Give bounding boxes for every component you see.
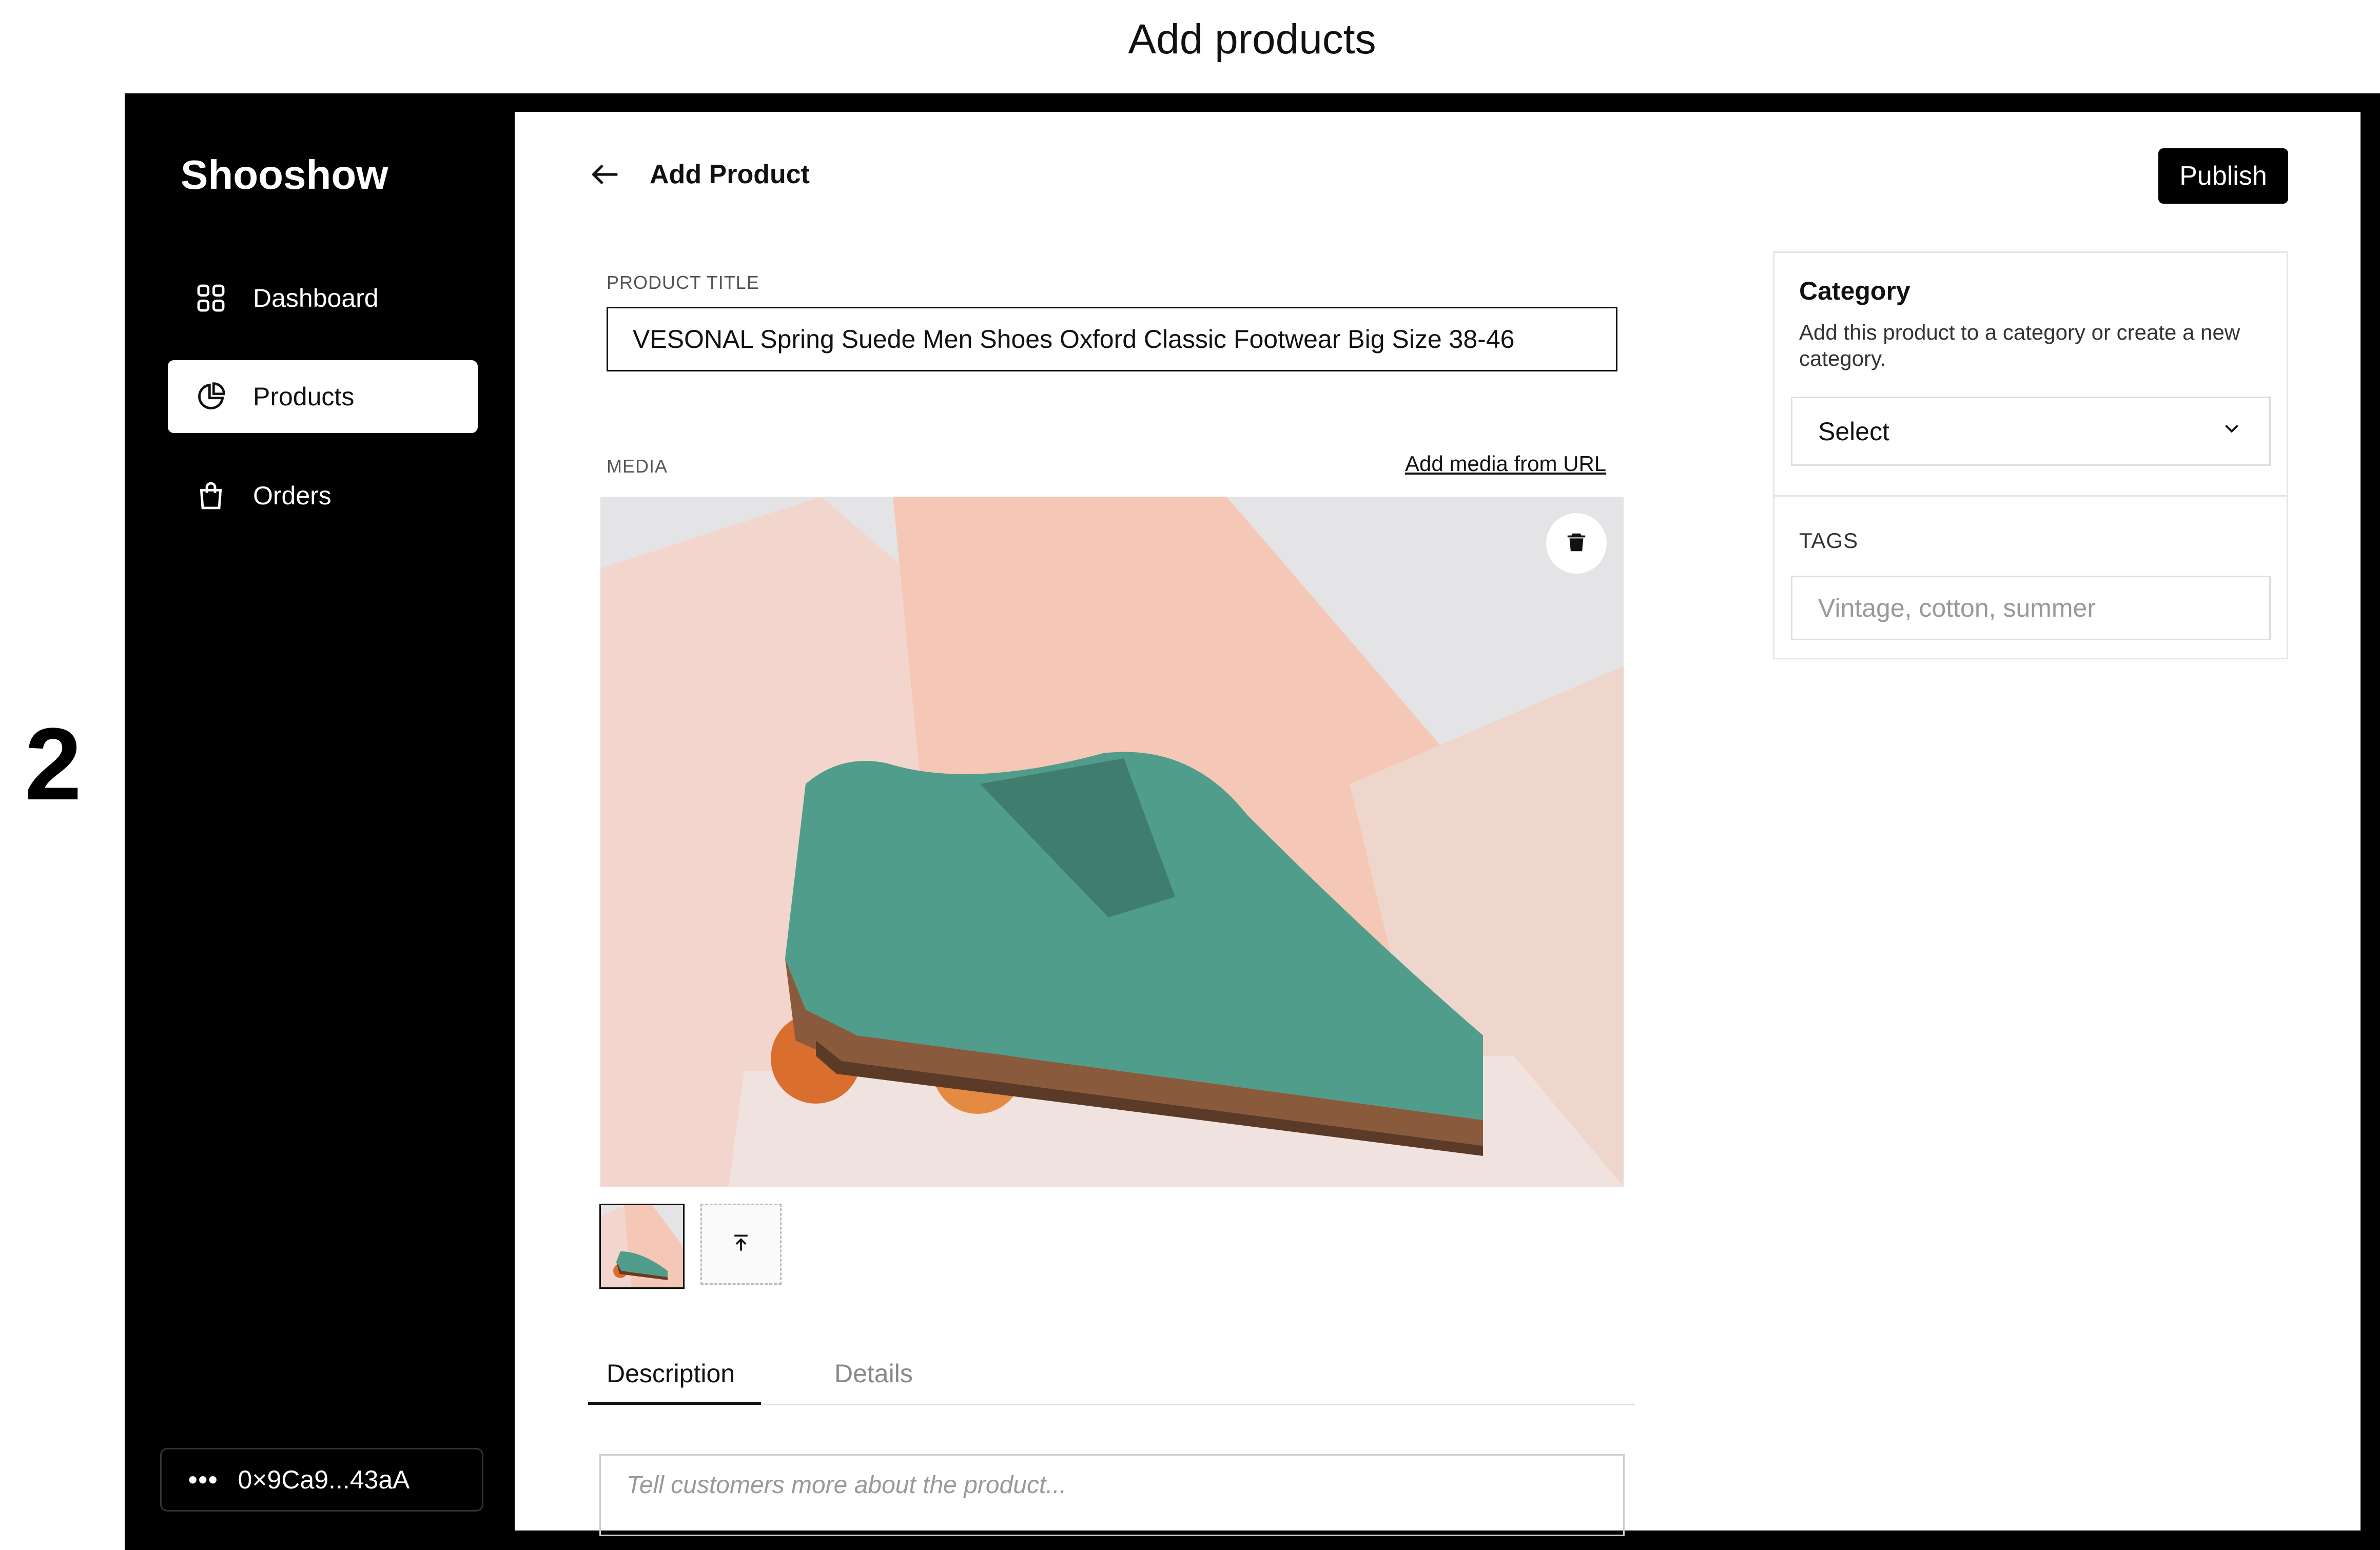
step-number: 2 [25, 707, 82, 821]
category-help-text: Add this product to a category or create… [1799, 320, 2240, 371]
sidebar-item-products[interactable]: Products [168, 360, 478, 433]
panel-divider [1773, 495, 2288, 497]
page-title: Add Product [650, 160, 810, 189]
sidebar-item-dashboard[interactable]: Dashboard [168, 262, 478, 335]
tags-label: TAGS [1799, 528, 1859, 553]
product-title-input[interactable]: VESONAL Spring Suede Men Shoes Oxford Cl… [607, 307, 1617, 371]
more-icon: ••• [188, 1465, 219, 1494]
sidebar-item-label: Orders [253, 481, 331, 510]
grid-icon [194, 282, 227, 315]
delete-media-button[interactable] [1546, 513, 1607, 574]
product-title-label: PRODUCT TITLE [607, 272, 759, 293]
chevron-down-icon [2220, 417, 2244, 446]
category-heading: Category [1799, 277, 1910, 305]
sidebar-item-label: Products [253, 382, 355, 411]
page-heading: Add products [1128, 16, 1376, 63]
media-thumbnail[interactable] [599, 1204, 685, 1289]
wallet-address: 0×9Ca9...43aA [238, 1465, 410, 1494]
trash-icon [1565, 531, 1588, 557]
shopping-bag-icon [194, 479, 227, 512]
sidebar-item-orders[interactable]: Orders [168, 459, 478, 532]
active-tab-indicator [588, 1402, 761, 1405]
category-select[interactable]: Select [1791, 397, 2271, 466]
add-media-url-link[interactable]: Add media from URL [1405, 452, 1606, 476]
product-image [600, 497, 1624, 1187]
tags-input[interactable]: Vintage, cotton, summer [1791, 576, 2271, 640]
tab-description[interactable]: Description [607, 1359, 735, 1388]
pie-chart-icon [194, 380, 227, 413]
description-textarea[interactable]: Tell customers more about the product... [599, 1454, 1625, 1536]
publish-button[interactable]: Publish [2158, 148, 2288, 204]
sidebar-item-label: Dashboard [253, 284, 379, 312]
brand-logo[interactable]: Shooshow [181, 151, 388, 199]
tab-details[interactable]: Details [834, 1359, 913, 1388]
upload-media-button[interactable] [700, 1204, 782, 1285]
wallet-button[interactable]: ••• 0×9Ca9...43aA [160, 1448, 483, 1512]
select-value: Select [1818, 417, 1889, 446]
back-arrow-icon[interactable] [588, 156, 623, 192]
media-label: MEDIA [607, 456, 668, 477]
upload-icon [730, 1232, 752, 1257]
